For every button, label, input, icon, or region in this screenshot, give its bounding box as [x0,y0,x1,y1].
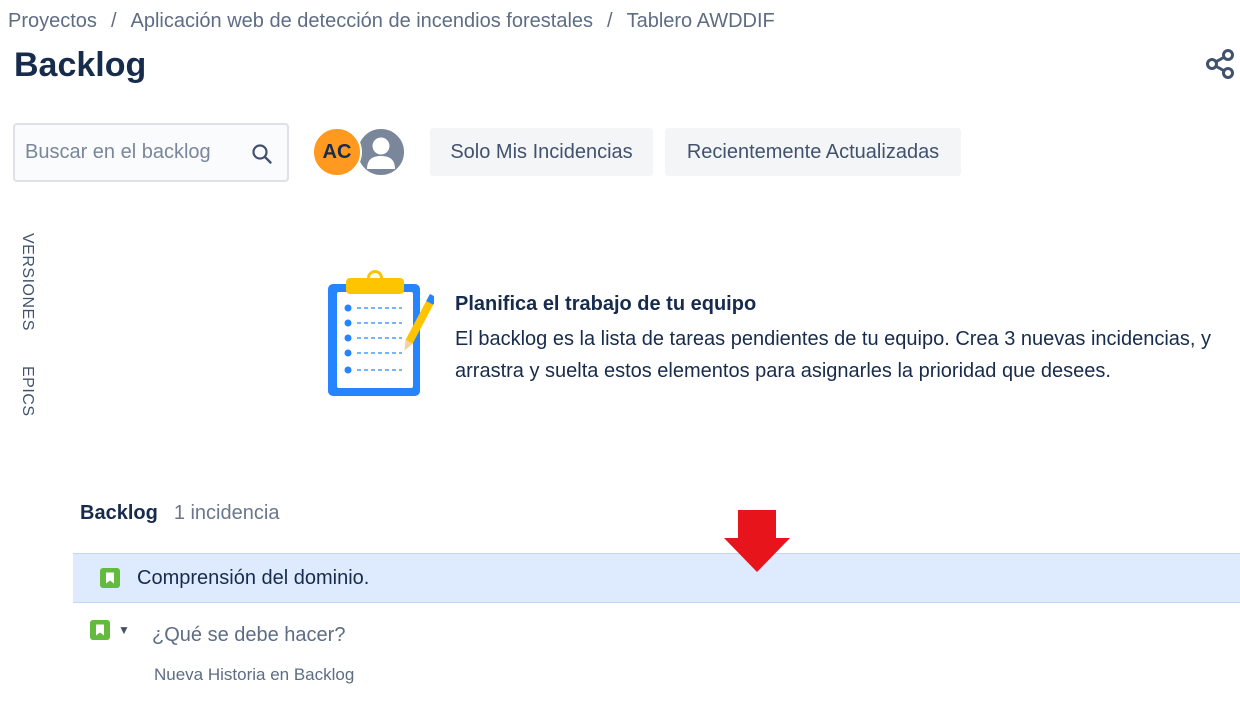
search-icon[interactable] [251,143,273,165]
breadcrumb: Proyectos / Aplicación web de detección … [8,10,775,33]
story-icon [90,620,110,640]
create-issue-input[interactable] [152,624,752,647]
breadcrumb-projects[interactable]: Proyectos [8,10,97,33]
backlog-header: Backlog 1 incidencia [80,502,279,525]
create-issue-hint: Nueva Historia en Backlog [154,665,355,684]
empty-state-description: El backlog es la lista de tareas pendien… [455,328,1212,382]
clipboard-illustration [328,270,434,396]
search-input[interactable] [25,141,235,164]
avatar[interactable]: AC [312,127,362,177]
empty-state-title: Planifica el trabajo de tu equipo [455,293,757,315]
share-icon [1206,49,1234,79]
page-title: Backlog [14,46,147,84]
avatar-initials: AC [322,140,352,163]
issue-count: 1 incidencia [173,502,280,524]
tab-versions[interactable]: VERSIONES [18,233,36,331]
avatar-unassigned[interactable] [356,127,406,177]
tab-epics[interactable]: EPICS [18,366,36,417]
issue-summary: Comprensión del dominio. [137,566,370,589]
chevron-down-icon[interactable]: ▼ [118,623,130,637]
share-button[interactable] [1202,46,1238,82]
annotation-arrow-icon [724,510,790,572]
list-item[interactable]: Comprensión del dominio. [73,553,1240,603]
breadcrumb-board[interactable]: Tablero AWDDIF [627,10,775,33]
search-box [13,123,289,182]
backlog-title: Backlog [80,502,158,524]
filter-recently-updated[interactable]: Recientemente Actualizadas [665,128,961,176]
breadcrumb-separator: / [110,10,117,32]
person-icon [367,137,395,169]
story-icon [100,568,120,588]
issue-type-selector[interactable]: ▼ [90,620,130,640]
breadcrumb-project[interactable]: Aplicación web de detección de incendios… [131,10,594,33]
filter-only-my-issues[interactable]: Solo Mis Incidencias [430,128,653,176]
breadcrumb-separator: / [607,10,613,32]
